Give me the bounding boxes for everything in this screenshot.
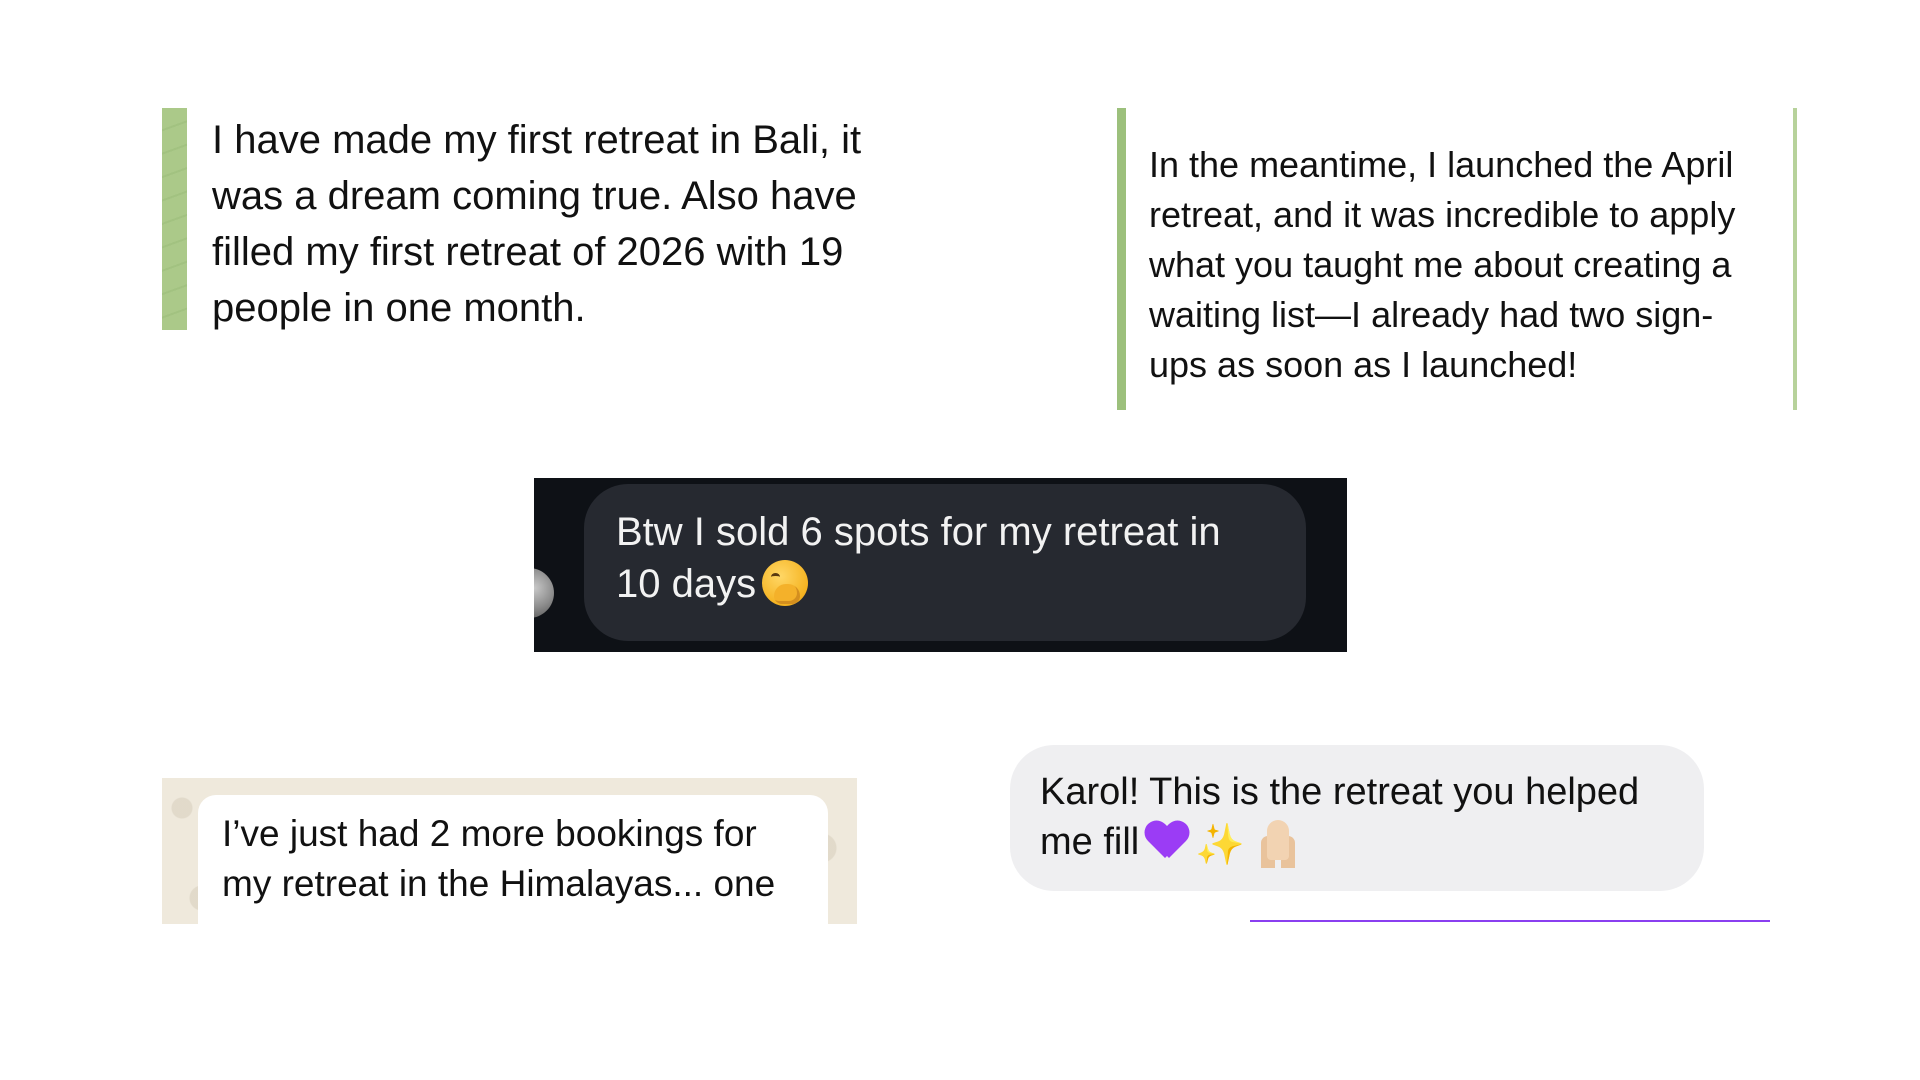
message-text: Karol! This is the retreat you helped me… [1040, 767, 1690, 870]
quote-accent-bar [1117, 108, 1126, 410]
message-bubble: I’ve just had 2 more bookings for my ret… [198, 795, 828, 924]
testimonial-quote-bali: I have made my first retreat in Bali, it… [162, 108, 902, 330]
message-bubble: Btw I sold 6 spots for my retreat in 10 … [584, 484, 1306, 641]
testimonials-canvas: I have made my first retreat in Bali, it… [0, 0, 1920, 1080]
testimonial-dark-chat: Btw I sold 6 spots for my retreat in 10 … [534, 478, 1347, 652]
folded-hands-icon [1253, 818, 1303, 864]
quote-accent-bar [162, 108, 187, 330]
purple-divider [1250, 920, 1770, 922]
avatar [534, 568, 554, 618]
message-bubble: Karol! This is the retreat you helped me… [1010, 745, 1704, 891]
quote-accent-bar-right [1793, 108, 1797, 410]
message-text: Btw I sold 6 spots for my retreat in 10 … [616, 506, 1296, 610]
purple-heart-icon [1145, 822, 1189, 862]
sparkles-icon: ✨ [1195, 822, 1246, 868]
quote-text: In the meantime, I launched the April re… [1149, 144, 1736, 385]
message-text: I’ve just had 2 more bookings for my ret… [222, 813, 776, 904]
message-text-content: Btw I sold 6 spots for my retreat in 10 … [616, 510, 1221, 606]
hand-over-mouth-face-icon [762, 560, 809, 606]
testimonial-grey-chat: Karol! This is the retreat you helped me… [1010, 745, 1770, 925]
testimonial-quote-april: In the meantime, I launched the April re… [1117, 108, 1799, 410]
message-text-content: Karol! This is the retreat you helped me… [1040, 771, 1640, 863]
testimonial-whatsapp-chat: I’ve just had 2 more bookings for my ret… [162, 778, 857, 924]
quote-text: I have made my first retreat in Bali, it… [212, 118, 862, 330]
